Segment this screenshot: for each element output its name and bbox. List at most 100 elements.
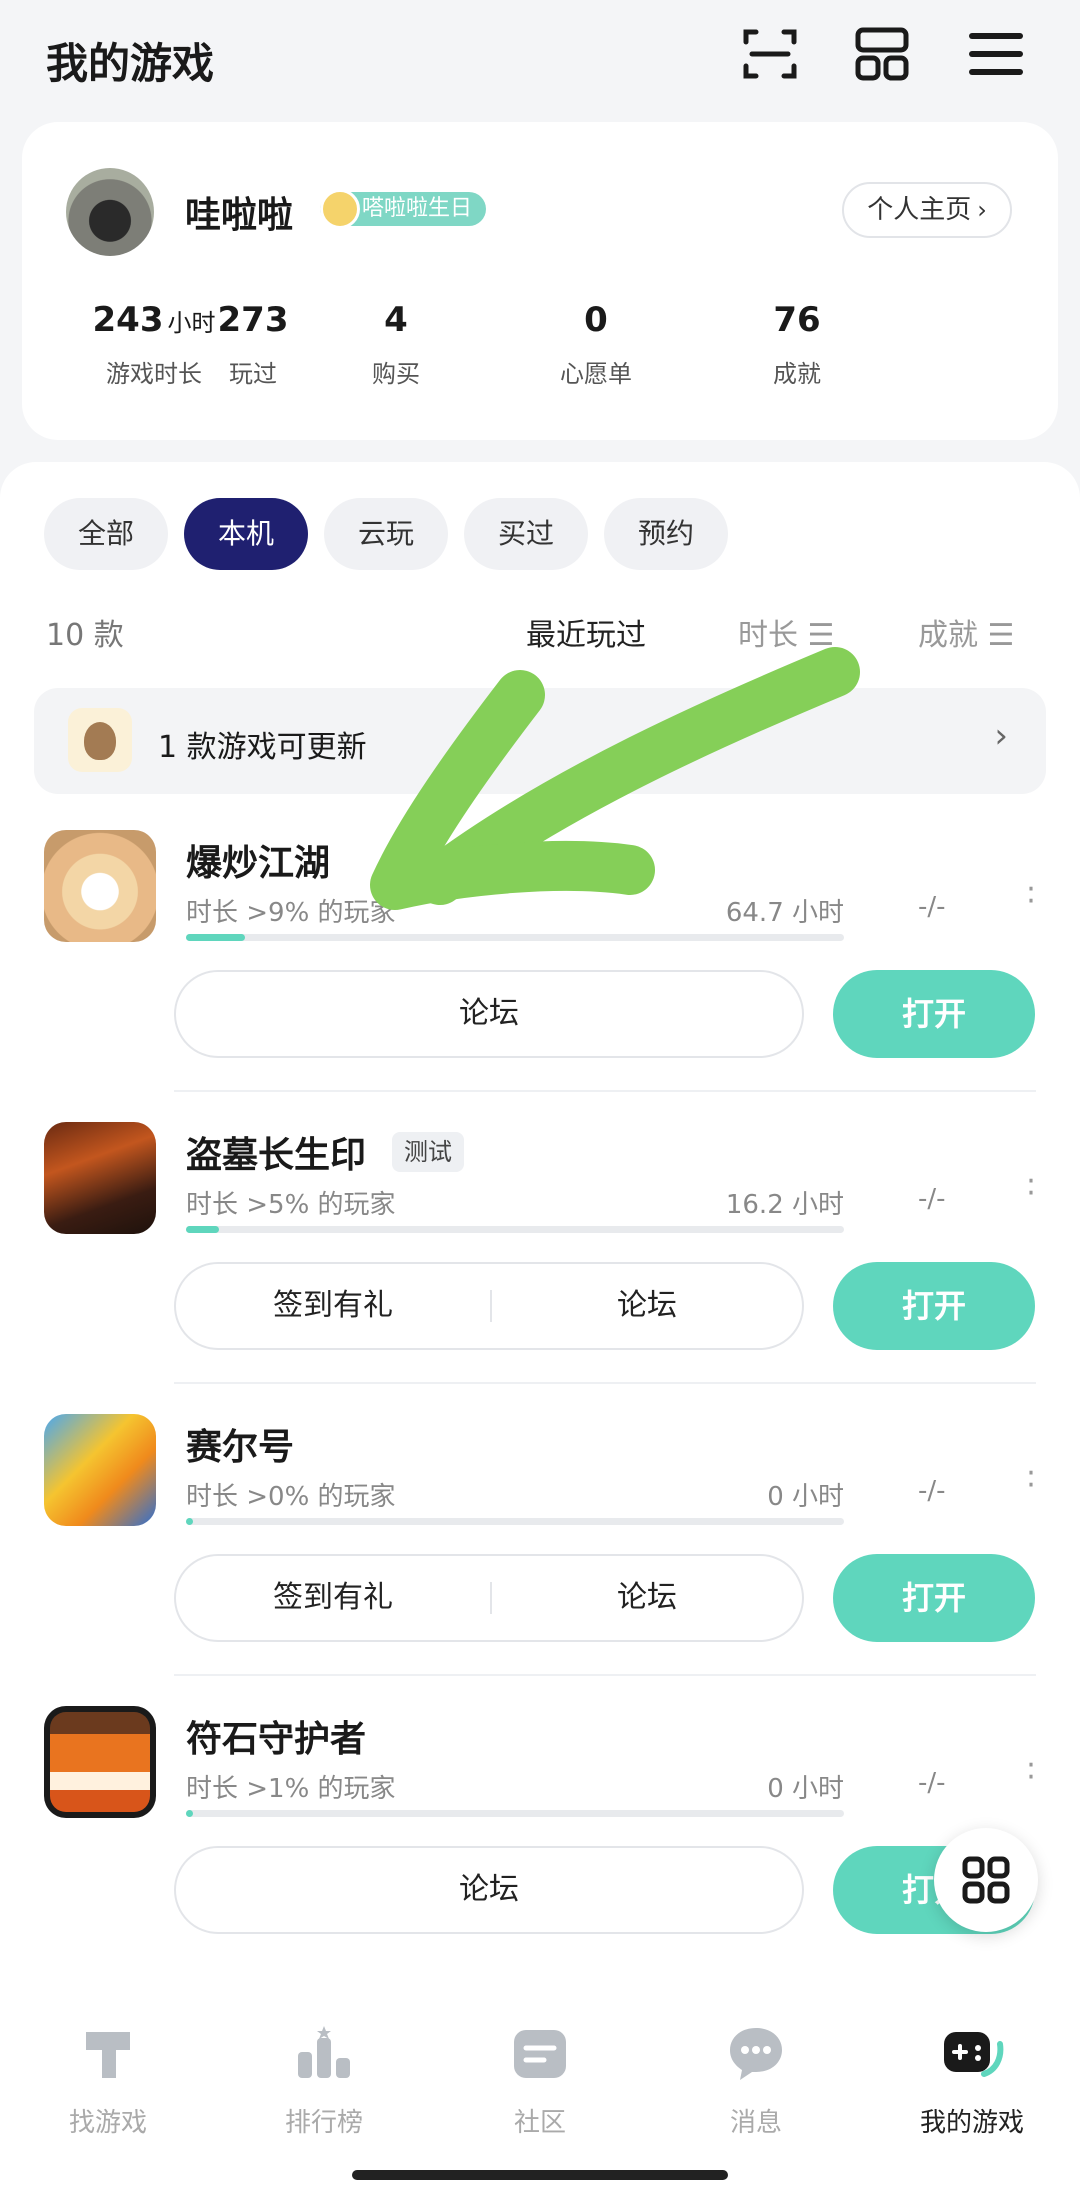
nav-label: 我的游戏 [919, 2108, 1024, 2138]
game-row: 符石守护者 时长 >1% 的玩家 0 小时 -/- ·· 论坛 打开 [0, 1698, 1080, 1990]
profile-stats: 243 小时 游戏时长 273 玩过 4 购买 0 心愿单 76 成就 [22, 300, 1058, 410]
birthday-badge: 嗒啦啦生日 [320, 189, 487, 229]
nav-find-games[interactable]: 找游戏 [28, 2022, 188, 2139]
game-hours: 16.2 小时 [725, 1190, 844, 1220]
stat-achievements[interactable]: 76 成就 [697, 300, 897, 389]
sort-achievement[interactable]: 成就 ☰ [918, 610, 1014, 654]
open-game-button[interactable]: 打开 [833, 1554, 1035, 1642]
profile-card: 哇啦啦 嗒啦啦生日 个人主页 › 243 小时 游戏时长 273 玩过 4 购买 0… [22, 122, 1058, 440]
update-banner-text: 1 款游戏可更新 [158, 730, 367, 765]
playtime-progress-fill [186, 934, 246, 941]
playtime-progress [186, 1810, 844, 1817]
nav-my-games[interactable]: 我的游戏 [892, 2022, 1052, 2139]
page-title: 我的游戏 [46, 39, 215, 88]
filter-reserved[interactable]: 预约 [604, 498, 728, 570]
forum-button[interactable]: 论坛 [492, 1264, 802, 1348]
playtime-progress-fill [186, 1810, 193, 1817]
forum-button[interactable]: 论坛 [176, 1848, 802, 1932]
stat-wishlist[interactable]: 0 心愿单 [496, 300, 696, 389]
grid-view-icon[interactable] [852, 24, 912, 84]
chevron-right-icon: › [977, 196, 987, 224]
row-divider [174, 1674, 1036, 1676]
more-options-icon[interactable]: · · [1026, 875, 1036, 917]
game-icon-baochao[interactable] [44, 830, 156, 942]
home-indicator [352, 2170, 728, 2180]
stat-label: 心愿单 [560, 360, 632, 388]
stat-label: 成就 [773, 360, 821, 388]
community-icon [508, 2022, 572, 2086]
stat-purchased[interactable]: 4 购买 [296, 300, 496, 389]
chevron-right-icon: › [994, 716, 1008, 756]
game-achievement: -/- [918, 1768, 946, 1798]
podium-icon [292, 2022, 356, 2086]
game-name[interactable]: 赛尔号 [186, 1418, 294, 1470]
more-options-icon[interactable]: · · [1026, 1459, 1036, 1501]
stat-label: 购买 [372, 360, 420, 388]
stat-value: 76 [773, 300, 821, 340]
game-hours: 0 小时 [767, 1482, 844, 1512]
game-achievement: -/- [918, 892, 946, 922]
nav-rankings[interactable]: 排行榜 [244, 2022, 404, 2139]
stat-value: 0 [584, 300, 608, 340]
filter-local[interactable]: 本机 [184, 498, 308, 570]
action-pill: 签到有礼 论坛 [174, 1554, 804, 1642]
game-meta: 时长 >9% 的玩家 [186, 898, 396, 928]
scan-icon[interactable] [740, 24, 800, 84]
game-meta: 时长 >0% 的玩家 [186, 1482, 396, 1512]
open-game-button[interactable]: 打开 [833, 970, 1035, 1058]
game-achievement: -/- [918, 1476, 946, 1506]
personal-home-label: 个人主页 [867, 195, 972, 225]
update-banner[interactable]: 1 款游戏可更新 › [34, 688, 1046, 794]
forum-button[interactable]: 论坛 [176, 972, 802, 1056]
avatar[interactable] [66, 168, 154, 256]
filter-all[interactable]: 全部 [44, 498, 168, 570]
game-count: 10 款 [46, 618, 124, 653]
grid-icon [962, 1856, 1010, 1904]
playtime-progress [186, 1518, 844, 1525]
stat-value: 4 [384, 300, 408, 340]
menu-icon[interactable] [966, 24, 1026, 84]
game-icon-saier[interactable] [44, 1414, 156, 1526]
game-icon-fushi[interactable] [44, 1706, 156, 1818]
filter-bought[interactable]: 买过 [464, 498, 588, 570]
chat-bubble-icon [724, 2022, 788, 2086]
sort-recent[interactable]: 最近玩过 [526, 610, 646, 654]
more-options-icon[interactable]: · · [1026, 1167, 1036, 1209]
game-row: 爆炒江湖 时长 >9% 的玩家 64.7 小时 -/- · · 论坛 打开 [0, 822, 1080, 1114]
nav-messages[interactable]: 消息 [676, 2022, 836, 2139]
user-name: 哇啦啦 [185, 195, 294, 236]
bottom-nav: 找游戏 排行榜 社区 消息 我的游戏 [0, 1992, 1080, 2197]
personal-home-button[interactable]: 个人主页 › [842, 182, 1012, 238]
game-icon-daomu[interactable] [44, 1122, 156, 1234]
forum-button[interactable]: 论坛 [492, 1556, 802, 1640]
quick-grid-button[interactable] [934, 1828, 1038, 1932]
action-pill: 签到有礼 论坛 [174, 1262, 804, 1350]
game-hours: 0 小时 [767, 1774, 844, 1804]
sort-duration[interactable]: 时长 ☰ [738, 610, 834, 654]
checkin-reward-button[interactable]: 签到有礼 [176, 1556, 490, 1640]
playtime-progress-fill [186, 1226, 219, 1233]
playtime-progress [186, 934, 844, 941]
game-name[interactable]: 爆炒江湖 [186, 834, 330, 886]
nav-label: 找游戏 [68, 2108, 147, 2138]
row-divider [174, 1090, 1036, 1092]
gamepad-icon [940, 2022, 1004, 2086]
game-name[interactable]: 盗墓长生印 [186, 1126, 366, 1178]
birthday-avatar-icon [320, 189, 360, 229]
birthday-badge-label: 嗒啦啦生日 [362, 196, 473, 221]
checkin-reward-button[interactable]: 签到有礼 [176, 1264, 490, 1348]
nav-label: 社区 [513, 2108, 566, 2138]
nav-community[interactable]: 社区 [460, 2022, 620, 2139]
game-hours: 64.7 小时 [725, 898, 844, 928]
action-pill: 论坛 [174, 1846, 804, 1934]
filter-cloud[interactable]: 云玩 [324, 498, 448, 570]
more-options-icon[interactable]: · · [1026, 1751, 1036, 1793]
game-row: 盗墓长生印 测试 时长 >5% 的玩家 16.2 小时 -/- · · 签到有礼 … [0, 1114, 1080, 1406]
game-name[interactable]: 符石守护者 [186, 1710, 366, 1762]
open-game-button[interactable]: 打开 [833, 1262, 1035, 1350]
test-tag: 测试 [392, 1132, 464, 1172]
game-meta: 时长 >1% 的玩家 [186, 1774, 396, 1804]
acorn-icon [68, 708, 132, 772]
playtime-progress [186, 1226, 844, 1233]
hammer-icon [76, 2022, 140, 2086]
